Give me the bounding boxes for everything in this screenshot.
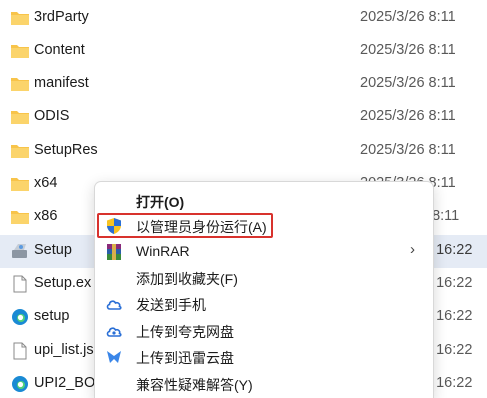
menu-item-winrar[interactable]: WinRAR ›: [95, 239, 433, 265]
edge-browser-icon: [10, 308, 30, 326]
folder-icon: [10, 42, 30, 60]
menu-item-label: 发送到手机: [136, 297, 206, 313]
menu-item-upload-xunlei[interactable]: 上传到迅雷云盘: [95, 344, 433, 370]
file-name: x64: [34, 175, 58, 191]
file-name: 3rdParty: [34, 9, 89, 25]
file-date: 2025/3/26 8:11: [360, 142, 456, 158]
file-icon: [10, 342, 30, 360]
menu-item-label: 兼容性疑难解答(Y): [136, 377, 253, 393]
file-row[interactable]: SetupRes 2025/3/26 8:11: [0, 135, 487, 168]
context-menu: 打开(O) 以管理员身份运行(A) WinRAR › 添加到收藏夹(F) 发送到…: [94, 181, 434, 398]
menu-item-label: 添加到收藏夹(F): [136, 271, 238, 287]
menu-item-add-to-favorites[interactable]: 添加到收藏夹(F): [95, 265, 433, 291]
file-date: 2025/3/26 8:11: [360, 9, 456, 25]
winrar-icon: [105, 243, 123, 261]
file-name: UPI2_BO: [34, 375, 96, 391]
menu-item-send-to-phone[interactable]: 发送到手机: [95, 291, 433, 317]
file-name: setup: [34, 308, 70, 324]
file-date: 2025/3/26 8:11: [360, 42, 456, 58]
xunlei-cloud-icon: [105, 348, 123, 366]
file-row[interactable]: manifest 2025/3/26 8:11: [0, 68, 487, 101]
menu-item-label: 上传到迅雷云盘: [136, 350, 234, 366]
folder-icon: [10, 9, 30, 27]
file-name: Setup: [34, 242, 72, 258]
folder-icon: [10, 175, 30, 193]
file-name: ODIS: [34, 108, 70, 124]
highlight-box: [97, 213, 273, 238]
file-name: SetupRes: [34, 142, 98, 158]
edge-browser-icon: [10, 375, 30, 393]
menu-item-label: 打开(O): [136, 194, 185, 210]
file-date: 2025/3/26 8:11: [360, 75, 456, 91]
file-name: upi_list.js: [34, 342, 94, 358]
file-row[interactable]: 3rdParty 2025/3/26 8:11: [0, 2, 487, 35]
menu-item-upload-quark[interactable]: 上传到夸克网盘: [95, 318, 433, 344]
folder-icon: [10, 142, 30, 160]
file-row[interactable]: Content 2025/3/26 8:11: [0, 35, 487, 68]
folder-icon: [10, 208, 30, 226]
quark-cloud-icon: [105, 322, 123, 340]
file-name: Setup.ex: [34, 275, 92, 291]
menu-item-compatibility[interactable]: 兼容性疑难解答(Y): [95, 371, 433, 397]
file-name: manifest: [34, 75, 89, 91]
menu-item-label: WinRAR: [136, 243, 190, 259]
cloud-send-icon: [105, 295, 123, 313]
setup-installer-icon: [10, 242, 30, 260]
file-date: 2025/3/26 8:11: [360, 108, 456, 124]
menu-item-label: 上传到夸克网盘: [136, 324, 234, 340]
folder-icon: [10, 75, 30, 93]
menu-item-open[interactable]: 打开(O): [95, 188, 433, 214]
submenu-arrow-icon: ›: [410, 241, 415, 258]
file-row[interactable]: ODIS 2025/3/26 8:11: [0, 101, 487, 134]
folder-icon: [10, 108, 30, 126]
file-name: Content: [34, 42, 85, 58]
file-name: x86: [34, 208, 58, 224]
file-icon: [10, 275, 30, 293]
